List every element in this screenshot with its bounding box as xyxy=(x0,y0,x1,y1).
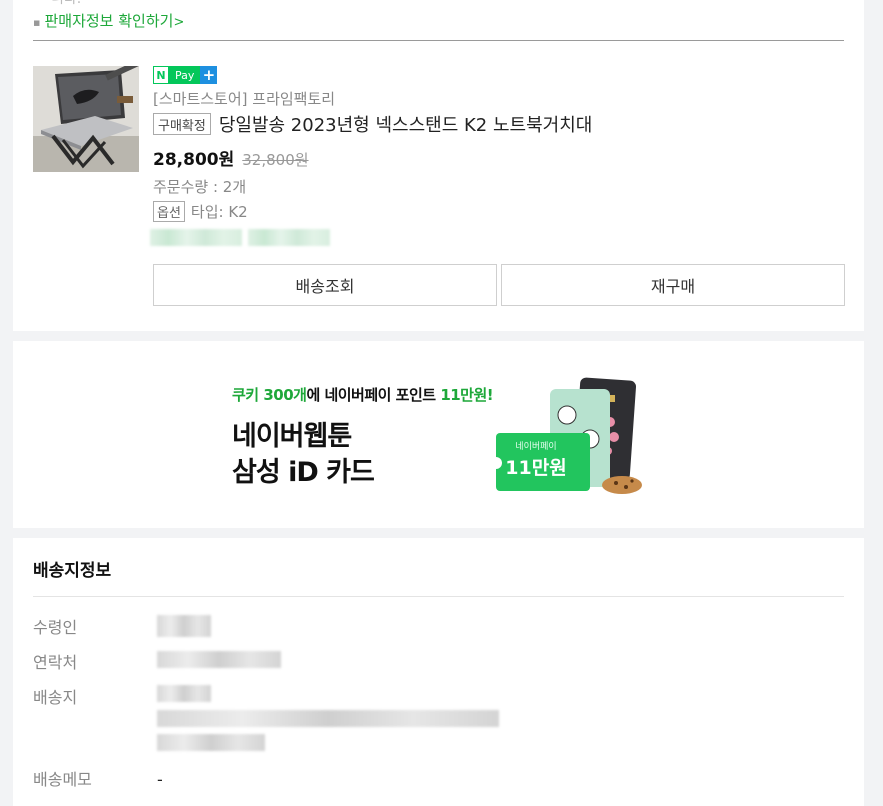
promo-banner[interactable]: 쿠키 300개에 네이버페이 포인트 11만원! 네이버웹툰 삼성 iD 카드 … xyxy=(13,341,864,528)
order-quantity: 주문수량 : 2개 xyxy=(153,178,247,196)
seller-info-link[interactable]: ▪ 판매자정보 확인하기> xyxy=(33,10,184,31)
bullet-icon: ▪ xyxy=(33,16,41,29)
coupon-value: 11만원 xyxy=(505,457,567,479)
original-price: 32,800원 xyxy=(242,151,309,169)
banner-title: 네이버웹툰 삼성 iD 카드 xyxy=(232,419,375,491)
coupon-label: 네이버페이 xyxy=(515,442,557,452)
price-row: 28,800원 32,800원 xyxy=(153,145,309,170)
laptop-stand-image xyxy=(33,66,139,172)
contact-value-redacted xyxy=(157,651,281,668)
banner-title-line2: 삼성 iD 카드 xyxy=(232,457,375,488)
banner-highlight-cookies: 쿠키 300개 xyxy=(232,386,307,404)
option-row: 옵션 타입: K2 xyxy=(153,201,248,222)
contact-label: 연락처 xyxy=(33,653,78,672)
receiver-value-redacted xyxy=(157,615,211,637)
shipping-section-title: 배송지정보 xyxy=(33,561,112,581)
chevron-right-icon: > xyxy=(173,15,185,30)
memo-label: 배송메모 xyxy=(33,770,92,789)
address-line3-redacted xyxy=(157,734,265,751)
npay-label: Pay xyxy=(169,66,201,84)
rebuy-button[interactable]: 재구매 xyxy=(501,264,845,306)
sale-price: 28,800원 xyxy=(153,150,235,170)
redacted-info-1 xyxy=(150,229,242,246)
product-title[interactable]: 당일발송 2023년형 넥스스탠드 K2 노트북거치대 xyxy=(219,111,592,137)
seller-info-link-label: 판매자정보 확인하기 xyxy=(44,12,174,30)
memo-value: - xyxy=(157,770,163,789)
naver-n-icon: N xyxy=(153,66,169,84)
banner-headline: 쿠키 300개에 네이버페이 포인트 11만원! xyxy=(232,384,494,405)
plus-icon: + xyxy=(200,66,218,84)
product-title-row: 구매확정 당일발송 2023년형 넥스스탠드 K2 노트북거치대 xyxy=(153,111,592,137)
banner-headline-text: 에 네이버페이 포인트 xyxy=(306,386,441,404)
address-line1-redacted xyxy=(157,685,211,702)
option-badge: 옵션 xyxy=(153,201,185,222)
section-divider xyxy=(33,40,844,41)
receiver-label: 수령인 xyxy=(33,618,78,637)
store-name[interactable]: [스마트스토어] 프라임팩토리 xyxy=(153,88,335,109)
option-value: 타입: K2 xyxy=(190,203,248,221)
shipping-divider xyxy=(33,596,844,597)
npay-plus-badge: N Pay + xyxy=(153,66,218,84)
address-line2-redacted xyxy=(157,710,499,727)
shipping-info-card: 배송지정보 수령인 연락처 배송지 배송메모 - xyxy=(13,538,864,806)
order-card: 니다. ▪판매자정보 확인하기> N Pay + [스마트스토어] 프라임팩토리… xyxy=(13,0,864,331)
track-delivery-button[interactable]: 배송조회 xyxy=(153,264,497,306)
redacted-info-2 xyxy=(248,229,330,246)
status-badge: 구매확정 xyxy=(153,113,211,135)
product-thumbnail[interactable] xyxy=(33,66,139,172)
cut-off-text: 니다. xyxy=(51,0,81,8)
banner-title-line1: 네이버웹툰 xyxy=(232,421,352,452)
address-label: 배송지 xyxy=(33,688,78,707)
